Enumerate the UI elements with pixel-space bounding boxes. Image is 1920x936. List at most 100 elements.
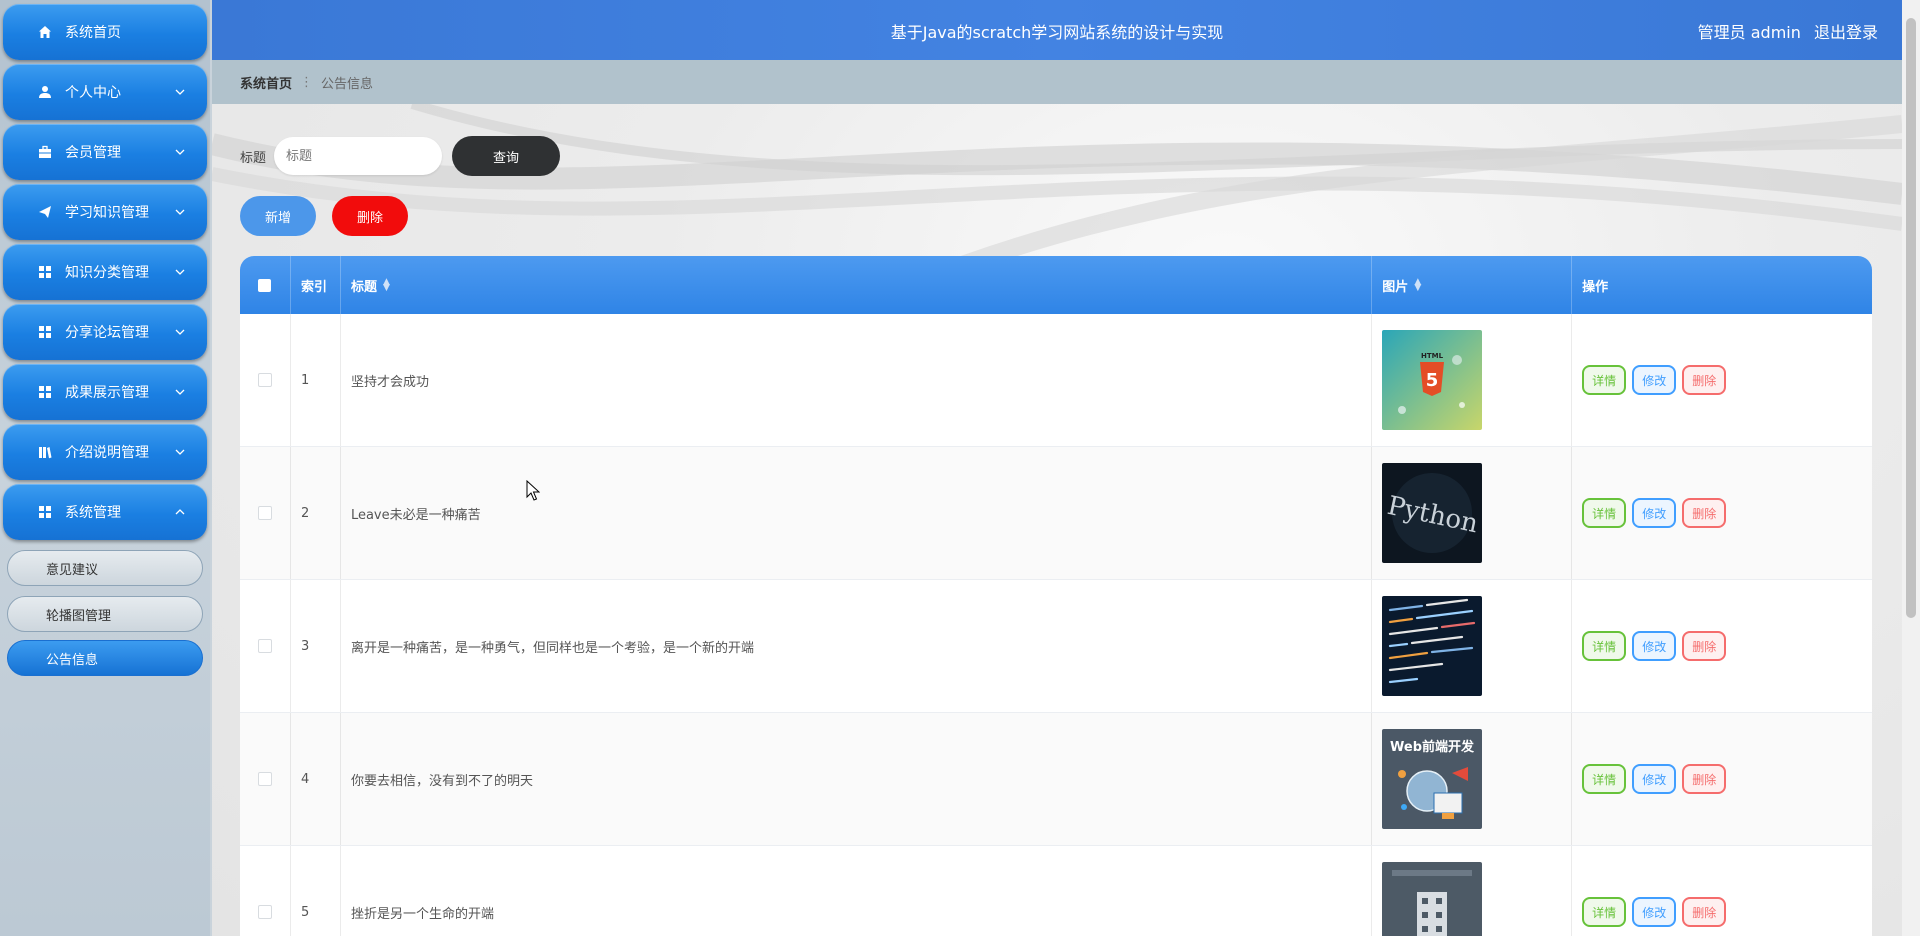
row-image-cell <box>1372 580 1573 712</box>
detail-button[interactable]: 详情 <box>1582 897 1627 927</box>
app-title: 基于Java的scratch学习网站系统的设计与实现 <box>890 23 1224 42</box>
delete-button[interactable]: 删除 <box>1682 365 1727 395</box>
add-button[interactable]: 新增 <box>240 196 316 236</box>
chevron-down-icon <box>175 89 185 95</box>
grid-icon <box>37 264 53 280</box>
edit-button[interactable]: 修改 <box>1632 365 1677 395</box>
sidebar-subitem-label: 意见建议 <box>46 562 99 578</box>
main-content: 标题 查询 新增 删除 索引 标题▲▼ 图片▲▼ 操作 1 坚持才会成功 HT <box>212 104 1902 936</box>
sidebar-item-home[interactable]: 系统首页 <box>3 4 207 60</box>
row-index: 5 <box>291 846 341 936</box>
sidebar-subitem-feedback[interactable]: 意见建议 <box>7 550 203 586</box>
chevron-down-icon <box>175 389 185 395</box>
sidebar-item-showcase[interactable]: 成果展示管理 <box>3 364 207 420</box>
breadcrumb-current: 公告信息 <box>321 76 374 92</box>
python-thumbnail[interactable]: Python <box>1382 463 1483 563</box>
sidebar-item-system[interactable]: 系统管理 <box>3 484 207 540</box>
row-checkbox-cell <box>240 314 291 446</box>
web-frontend-thumbnail[interactable]: Web前端开发 <box>1382 729 1483 829</box>
query-button[interactable]: 查询 <box>452 136 561 176</box>
chevron-down-icon <box>175 449 185 455</box>
row-image-cell <box>1372 846 1573 936</box>
row-title: 你要去相信，没有到不了的明天 <box>341 713 1373 845</box>
sidebar-item-profile[interactable]: 个人中心 <box>3 64 207 120</box>
row-title: Leave未必是一种痛苦 <box>341 447 1373 579</box>
row-index: 2 <box>291 447 341 579</box>
header-checkbox-cell <box>240 256 291 314</box>
sidebar-item-intro[interactable]: 介绍说明管理 <box>3 424 207 480</box>
row-checkbox[interactable] <box>257 772 272 786</box>
sidebar-item-label: 会员管理 <box>65 145 121 161</box>
sidebar-item-members[interactable]: 会员管理 <box>3 124 207 180</box>
header-index-label: 索引 <box>300 279 327 295</box>
scrollbar-thumb[interactable] <box>1906 18 1916 618</box>
breadcrumb: 系统首页 ⋮ 公告信息 <box>212 60 1902 104</box>
sidebar-item-learning[interactable]: 学习知识管理 <box>3 184 207 240</box>
delete-button[interactable]: 删除 <box>1682 498 1727 528</box>
row-image-cell: HTML 5 <box>1372 314 1573 446</box>
header-index: 索引 <box>291 256 341 314</box>
row-checkbox[interactable] <box>257 905 272 919</box>
sidebar-subitem-carousel[interactable]: 轮播图管理 <box>7 596 203 632</box>
table-row: 1 坚持才会成功 HTML 5 详情 修改 删除 <box>240 314 1872 447</box>
row-index: 4 <box>291 713 341 845</box>
edit-button[interactable]: 修改 <box>1632 897 1677 927</box>
user-label: 管理员 admin <box>1697 23 1801 42</box>
code-thumbnail[interactable] <box>1382 596 1483 696</box>
row-checkbox[interactable] <box>257 373 272 387</box>
sidebar-item-categories[interactable]: 知识分类管理 <box>3 244 207 300</box>
detail-button[interactable]: 详情 <box>1582 498 1627 528</box>
chevron-down-icon <box>175 329 185 335</box>
delete-button[interactable]: 删除 <box>1682 631 1727 661</box>
header-image[interactable]: 图片 ▲ ▼ <box>1372 256 1573 314</box>
table-row: 5 挫折是另一个生命的开端 详情 修改 删除 <box>240 846 1872 936</box>
briefcase-icon <box>37 144 53 160</box>
chevron-down-icon <box>175 149 185 155</box>
sidebar-item-label: 知识分类管理 <box>65 265 149 281</box>
page-scrollbar[interactable] <box>1902 0 1920 936</box>
header-title[interactable]: 标题 ▲ ▼ <box>341 256 1373 314</box>
row-ops: 详情 修改 删除 <box>1572 846 1872 936</box>
building-thumbnail[interactable] <box>1382 862 1483 936</box>
sidebar-item-label: 系统管理 <box>65 505 121 521</box>
sidebar-item-label: 成果展示管理 <box>65 385 149 401</box>
row-ops: 详情 修改 删除 <box>1572 447 1872 579</box>
sidebar-subitem-notices[interactable]: 公告信息 <box>7 640 203 676</box>
table-row: 3 离开是一种痛苦，是一种勇气，但同样也是一个考验，是一个新的开端 详情 修改 … <box>240 580 1872 713</box>
detail-button[interactable]: 详情 <box>1582 631 1627 661</box>
action-bar: 新增 删除 <box>240 196 408 236</box>
sidebar-item-label: 个人中心 <box>65 85 121 101</box>
sidebar-item-forum[interactable]: 分享论坛管理 <box>3 304 207 360</box>
header-ops: 操作 <box>1572 256 1872 314</box>
notice-table: 索引 标题 ▲ ▼ 图片 ▲ ▼ 操作 1 坚持才会成功 HTML 5 详情 修… <box>240 256 1872 936</box>
sort-icon[interactable]: ▲ ▼ <box>383 278 390 293</box>
sidebar-item-label: 分享论坛管理 <box>65 325 149 341</box>
edit-button[interactable]: 修改 <box>1632 498 1677 528</box>
home-icon <box>37 24 53 40</box>
svg-text:Web前端开发: Web前端开发 <box>1390 739 1475 755</box>
row-checkbox[interactable] <box>257 506 272 520</box>
edit-button[interactable]: 修改 <box>1632 631 1677 661</box>
sidebar-item-label: 学习知识管理 <box>65 205 149 221</box>
search-input[interactable] <box>274 137 443 175</box>
delete-button[interactable]: 删除 <box>1682 764 1727 794</box>
breadcrumb-home[interactable]: 系统首页 <box>240 73 292 92</box>
edit-button[interactable]: 修改 <box>1632 764 1677 794</box>
row-ops: 详情 修改 删除 <box>1572 713 1872 845</box>
breadcrumb-separator-icon: ⋮ <box>300 74 314 90</box>
detail-button[interactable]: 详情 <box>1582 764 1627 794</box>
chevron-down-icon <box>175 209 185 215</box>
user-area: 管理员 admin 退出登录 <box>1690 19 1878 43</box>
row-index: 3 <box>291 580 341 712</box>
table-row: 2 Leave未必是一种痛苦 Python 详情 修改 删除 <box>240 447 1872 580</box>
delete-button[interactable]: 删除 <box>1682 897 1727 927</box>
detail-button[interactable]: 详情 <box>1582 365 1627 395</box>
row-checkbox-cell <box>240 846 291 936</box>
row-checkbox[interactable] <box>257 639 272 653</box>
sort-icon[interactable]: ▲ ▼ <box>1414 278 1421 293</box>
row-index: 1 <box>291 314 341 446</box>
logout-link[interactable]: 退出登录 <box>1814 23 1878 42</box>
select-all-checkbox[interactable] <box>258 278 272 292</box>
html5-thumbnail[interactable]: HTML 5 <box>1382 330 1483 430</box>
bulk-delete-button[interactable]: 删除 <box>332 196 408 236</box>
